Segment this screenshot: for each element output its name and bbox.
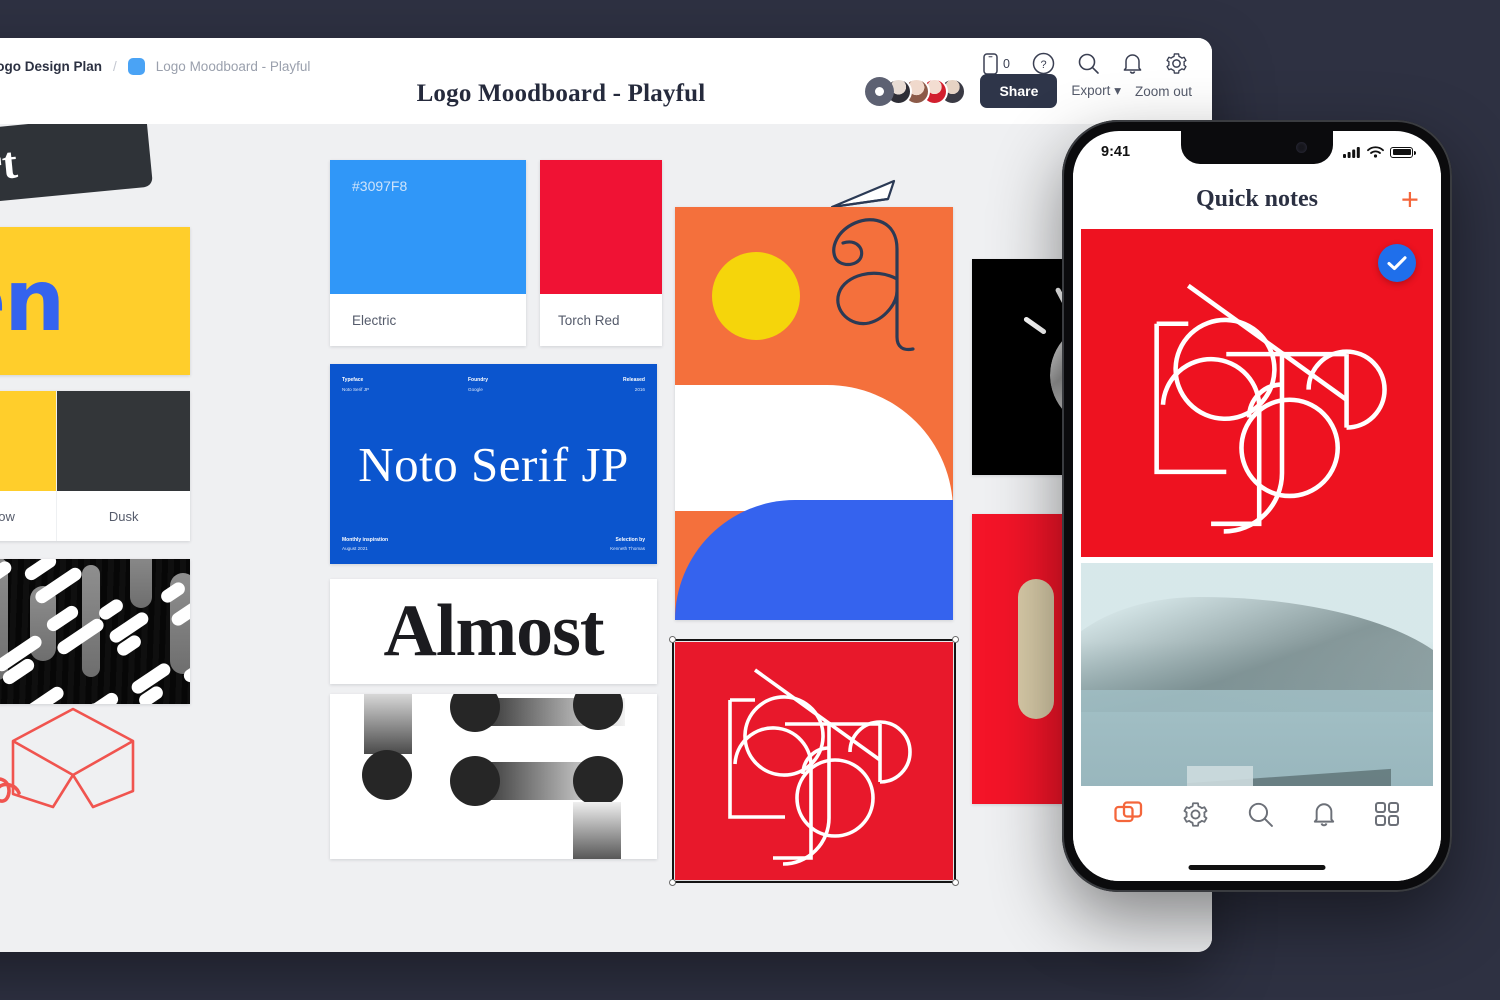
moodboard-card-texture[interactable] xyxy=(0,559,190,704)
moodboard-card-siren[interactable]: Siren xyxy=(0,227,190,375)
battery-icon xyxy=(1390,146,1416,158)
resize-handle[interactable] xyxy=(952,636,959,643)
palette-swatch-name: Sunglow xyxy=(0,491,57,541)
notifications-icon[interactable] xyxy=(1122,52,1143,75)
texture-bar xyxy=(130,559,152,608)
poster-sun-shape xyxy=(712,252,800,340)
resize-handle[interactable] xyxy=(669,879,676,886)
type-meta-label: Selection by xyxy=(615,536,645,543)
palette-swatch[interactable]: Dusk xyxy=(57,391,191,541)
search-tab-icon[interactable] xyxy=(1247,801,1274,828)
type-meta-value: Noto Serif JP xyxy=(342,386,370,392)
collaborator-avatars[interactable] xyxy=(865,76,967,106)
app-window: Logo Design Plan / Logo Moodboard - Play… xyxy=(0,38,1212,952)
moodboard-canvas[interactable]: Siren Sunglow Dusk xyxy=(0,124,1212,952)
mobile-preview-icon[interactable]: 0 xyxy=(983,52,1010,75)
grid-tab-icon[interactable] xyxy=(1374,801,1400,827)
moodboard-card-typeface[interactable]: Typeface Noto Serif JP Foundry Google Re… xyxy=(330,364,657,564)
texture-dash xyxy=(96,596,126,623)
type-meta-value: Kenneth Thomas xyxy=(610,546,645,552)
type-meta-value: August 2021 xyxy=(342,546,368,552)
type-meta-value: Google xyxy=(468,386,483,392)
phone-screen[interactable]: 9:41 Quick notes + xyxy=(1073,131,1441,881)
poster-letter-a-outline xyxy=(832,218,915,352)
chevron-down-icon: ▾ xyxy=(1114,83,1121,98)
almost-wordmark: Almost xyxy=(383,590,604,672)
settings-icon[interactable] xyxy=(1165,52,1188,75)
palette-swatch-name: Dusk xyxy=(57,491,191,541)
color-hex-label: #3097F8 xyxy=(352,178,408,194)
note-logo-artwork xyxy=(1154,283,1387,534)
texture-dash xyxy=(84,690,121,704)
help-icon[interactable]: ? xyxy=(1032,52,1055,75)
logo-sketch-artwork xyxy=(728,668,912,866)
moodboard-card-dots[interactable] xyxy=(330,694,657,859)
home-indicator xyxy=(1188,865,1326,870)
notifications-tab-icon[interactable] xyxy=(1312,801,1336,828)
mobile-preview-count: 0 xyxy=(1003,56,1010,71)
moodboard-card-color-electric[interactable]: #3097F8 Electric xyxy=(330,160,526,346)
status-time: 9:41 xyxy=(1101,144,1131,160)
note-card-photo[interactable] xyxy=(1081,563,1433,808)
photo-pier-hut xyxy=(1186,766,1254,786)
settings-tab-icon[interactable] xyxy=(1182,801,1209,828)
phone-screen-title: Quick notes xyxy=(1195,185,1318,212)
add-note-button[interactable]: + xyxy=(1401,184,1419,215)
io-bar-shape xyxy=(1018,579,1054,719)
wifi-icon xyxy=(1367,146,1384,158)
search-icon[interactable] xyxy=(1077,52,1100,75)
cellular-signal-icon xyxy=(1343,147,1360,158)
color-name-label: Torch Red xyxy=(540,294,662,346)
sparkle-ray xyxy=(1022,315,1048,336)
presence-eye-icon[interactable] xyxy=(865,76,895,106)
moodboard-card-fortune[interactable]: Fort xyxy=(0,124,153,210)
moodboard-card-almost[interactable]: Almost xyxy=(330,579,657,684)
breadcrumb-color-swatch xyxy=(127,58,145,75)
breadcrumb-parent[interactable]: Logo Design Plan xyxy=(0,59,102,74)
svg-text:?: ? xyxy=(1040,59,1046,71)
typeface-specimen: Noto Serif JP xyxy=(358,437,629,492)
resize-handle[interactable] xyxy=(952,879,959,886)
phone-header: Quick notes + xyxy=(1073,173,1441,225)
type-meta-label: Monthly inspiration xyxy=(342,536,389,543)
moodboard-card-logo-sketch[interactable] xyxy=(669,636,959,886)
type-meta-value: 2016 xyxy=(634,386,645,392)
screen: Logo Design Plan / Logo Moodboard - Play… xyxy=(0,0,1500,1000)
note-card-logo[interactable] xyxy=(1081,229,1433,557)
type-meta-label: Foundry xyxy=(468,377,488,383)
app-header: Logo Design Plan / Logo Moodboard - Play… xyxy=(0,38,1212,124)
resize-handle[interactable] xyxy=(669,636,676,643)
phone-tab-bar xyxy=(1073,786,1441,881)
export-button[interactable]: Export ▾ xyxy=(1071,83,1121,99)
poster-blue-arc-shape xyxy=(675,500,953,620)
moodboard-card-poster[interactable] xyxy=(675,207,953,620)
cards-tab-icon[interactable] xyxy=(1114,800,1144,828)
export-label: Export xyxy=(1071,83,1111,98)
header-actions: Share Export ▾ Zoom out xyxy=(865,74,1192,108)
fortune-wordmark: Fort xyxy=(0,137,20,196)
color-name-label: Electric xyxy=(330,294,526,346)
texture-dash xyxy=(14,684,67,704)
breadcrumb-separator: / xyxy=(113,59,117,74)
breadcrumb: Logo Design Plan / Logo Moodboard - Play… xyxy=(0,58,310,75)
type-meta-label: Typeface xyxy=(342,377,364,383)
texture-dash xyxy=(22,559,59,583)
header-icon-group: 0 ? xyxy=(983,52,1188,75)
phone-mockup: 9:41 Quick notes + xyxy=(1062,120,1452,892)
type-meta-label: Released xyxy=(623,377,645,383)
siren-wordmark: Siren xyxy=(0,251,65,351)
poster-white-shape xyxy=(675,385,953,511)
share-button[interactable]: Share xyxy=(980,74,1058,108)
moodboard-card-color-torch-red[interactable]: Torch Red xyxy=(540,160,662,346)
palette-swatch[interactable]: Sunglow xyxy=(0,391,58,541)
zoom-out-button[interactable]: Zoom out xyxy=(1135,84,1192,99)
note-selected-checkmark-icon[interactable] xyxy=(1378,244,1416,282)
moodboard-card-palette[interactable]: Sunglow Dusk xyxy=(0,391,191,541)
breadcrumb-current[interactable]: Logo Moodboard - Playful xyxy=(156,59,311,74)
phone-status-bar: 9:41 xyxy=(1073,139,1441,165)
